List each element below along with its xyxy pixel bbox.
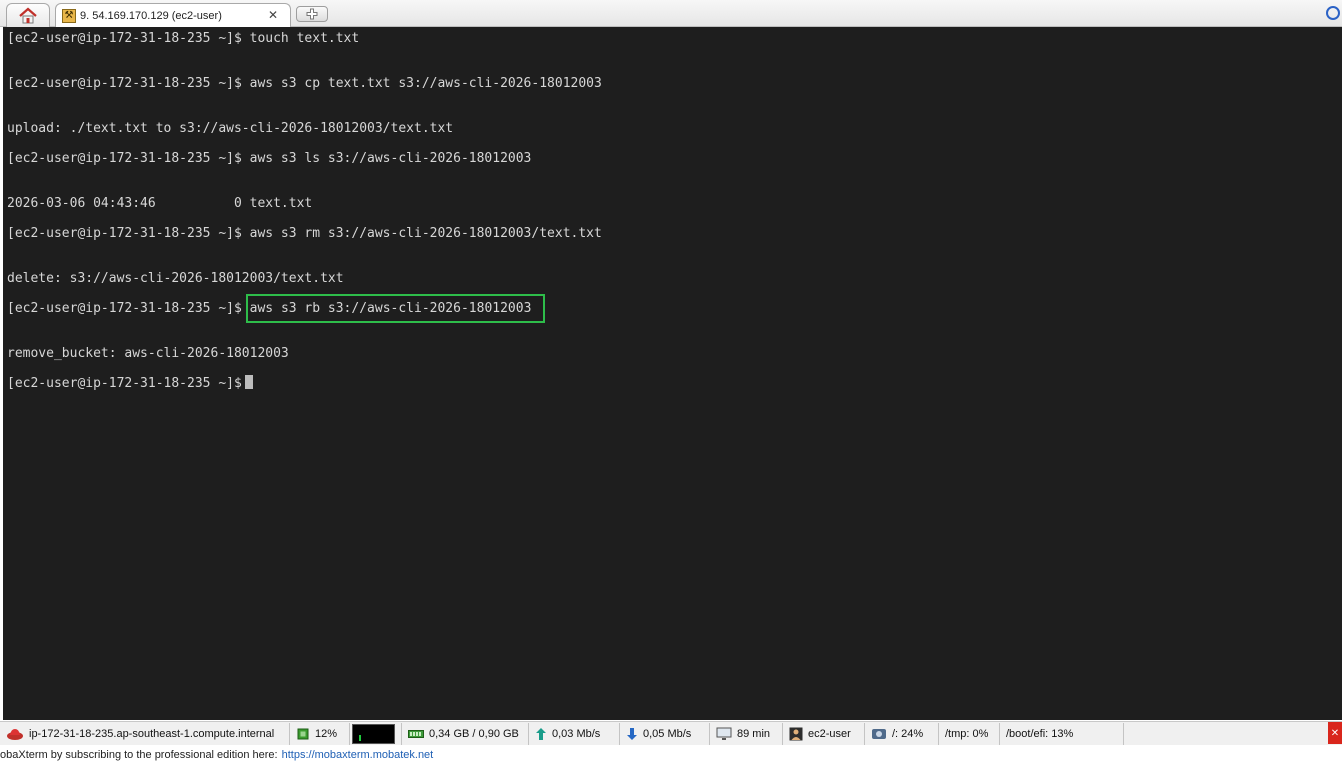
highlighted-command: aws s3 rb s3://aws-cli-2026-18012003 (245, 294, 546, 323)
prompt: [ec2-user@ip-172-31-18-235 ~]$ (7, 376, 242, 391)
upload-arrow-icon (535, 727, 547, 741)
status-cpu: 12% (290, 722, 350, 745)
memory-text: 0,34 GB / 0,90 GB (429, 727, 519, 740)
status-hostname: ip-172-31-18-235.ap-southeast-1.compute.… (0, 722, 290, 745)
globe-icon[interactable] (1326, 6, 1340, 20)
cpu-chip-icon (296, 727, 310, 741)
memory-icon (408, 729, 424, 739)
status-memory: 0,34 GB / 0,90 GB (402, 722, 529, 745)
terminal-line-highlighted: [ec2-user@ip-172-31-18-235 ~]$ aws s3 rb… (7, 294, 546, 323)
close-session-icon[interactable]: ✕ (1328, 722, 1342, 744)
promo-text: obaXterm by subscribing to the professio… (0, 749, 278, 761)
terminal-line: 2026-03-06 04:43:46 0 text.txt (7, 196, 313, 211)
hostname-text: ip-172-31-18-235.ap-southeast-1.compute.… (29, 727, 275, 740)
status-disk-tmp: /tmp: 0% (939, 722, 1000, 745)
upload-text: 0,03 Mb/s (552, 727, 601, 740)
status-upload: 0,03 Mb/s (529, 722, 620, 745)
disk-icon (871, 727, 887, 741)
download-text: 0,05 Mb/s (643, 727, 692, 740)
disk-boot-text: /boot/efi: 13% (1006, 727, 1074, 740)
status-bar: ip-172-31-18-235.ap-southeast-1.compute.… (0, 721, 1342, 745)
monitor-icon (716, 727, 732, 741)
terminal-line: remove_bucket: aws-cli-2026-18012003 (7, 346, 289, 361)
terminal-line: upload: ./text.txt to s3://aws-cli-2026-… (7, 121, 454, 136)
status-disk-root: /: 24% (865, 722, 939, 745)
close-tab-icon[interactable]: ✕ (268, 8, 278, 22)
tab-bar: ⚒ 9. 54.169.170.129 (ec2-user) ✕ (0, 0, 1342, 27)
plus-icon (306, 8, 318, 20)
uptime-text: 89 min (737, 727, 771, 740)
promo-banner: obaXterm by subscribing to the professio… (0, 746, 1342, 764)
terminal-line-prompt: [ec2-user@ip-172-31-18-235 ~]$ (7, 375, 253, 393)
disk-tmp-text: /tmp: 0% (945, 727, 989, 740)
disk-root-text: /: 24% (892, 727, 924, 740)
session-tab[interactable]: ⚒ 9. 54.169.170.129 (ec2-user) ✕ (55, 3, 291, 27)
cpu-text: 12% (315, 727, 338, 740)
terminal[interactable]: [ec2-user@ip-172-31-18-235 ~]$ touch tex… (3, 27, 1342, 720)
download-arrow-icon (626, 727, 638, 741)
prompt: [ec2-user@ip-172-31-18-235 ~]$ (7, 301, 250, 316)
cpu-graph-canvas (352, 723, 395, 744)
status-download: 0,05 Mb/s (620, 722, 710, 745)
terminal-line: [ec2-user@ip-172-31-18-235 ~]$ aws s3 rm… (7, 226, 602, 241)
terminal-line: delete: s3://aws-cli-2026-18012003/text.… (7, 271, 344, 286)
user-icon (789, 727, 803, 741)
status-uptime: 89 min (710, 722, 783, 745)
session-tab-label: 9. 54.169.170.129 (ec2-user) (80, 9, 222, 22)
terminal-line: [ec2-user@ip-172-31-18-235 ~]$ aws s3 ls… (7, 151, 532, 166)
house-icon (19, 7, 37, 24)
new-tab-button[interactable] (296, 6, 328, 22)
terminal-line: [ec2-user@ip-172-31-18-235 ~]$ touch tex… (7, 31, 360, 46)
home-tab[interactable] (6, 3, 50, 27)
wrench-icon: ⚒ (62, 8, 76, 23)
terminal-line: [ec2-user@ip-172-31-18-235 ~]$ aws s3 cp… (7, 76, 602, 91)
status-disk-boot: /boot/efi: 13% (1000, 722, 1124, 745)
promo-link[interactable]: https://mobaxterm.mobatek.net (282, 749, 434, 761)
redhat-icon (6, 727, 24, 741)
status-user: ec2-user (783, 722, 865, 745)
cpu-graph (350, 722, 402, 745)
text-cursor (244, 375, 253, 389)
user-text: ec2-user (808, 727, 851, 740)
